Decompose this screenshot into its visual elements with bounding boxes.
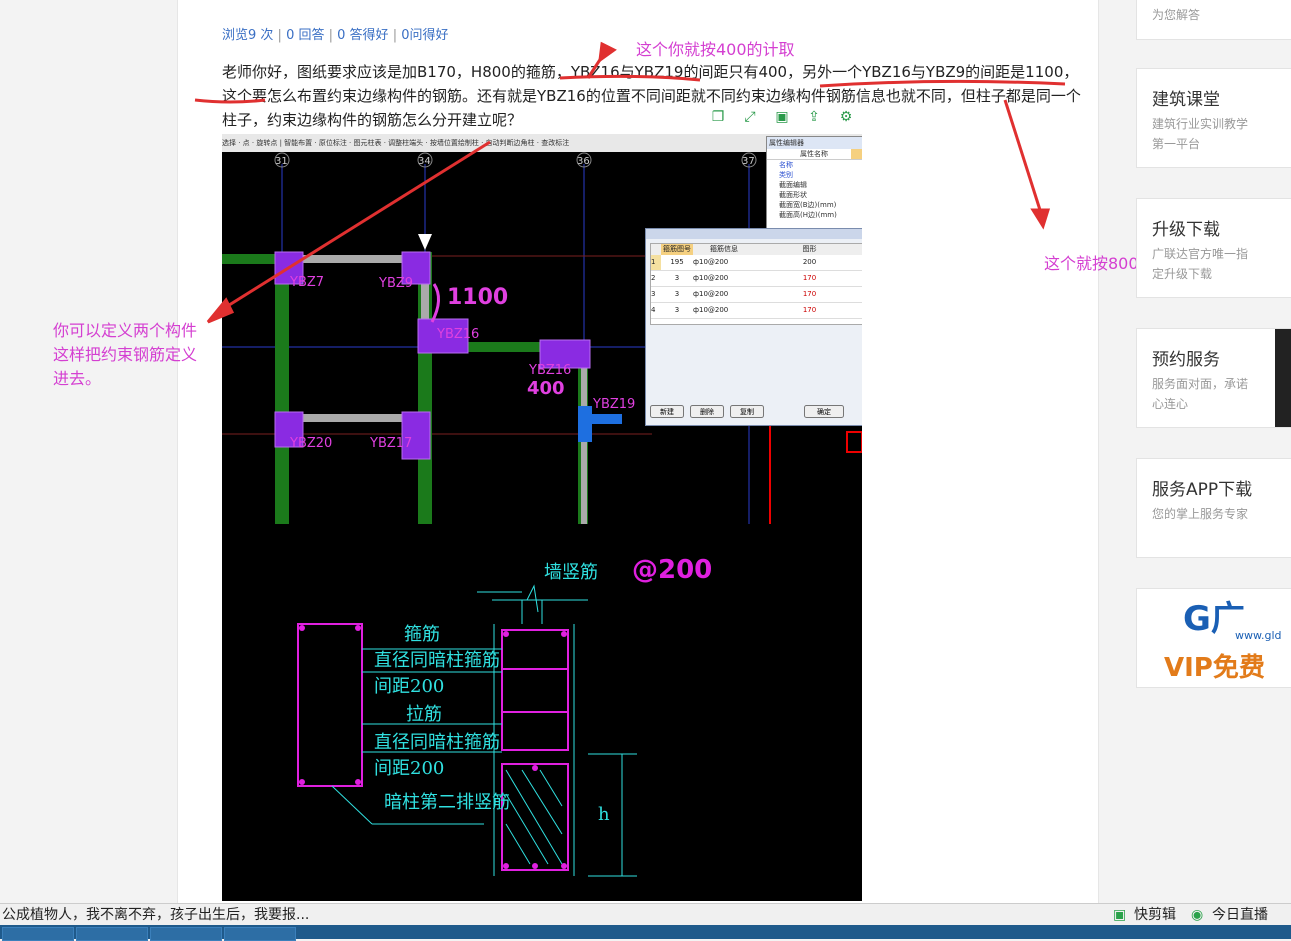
column-label: YBZ16 xyxy=(436,327,479,342)
hand-note: 400 xyxy=(527,378,565,399)
detail-label: h xyxy=(598,804,610,825)
sidebar-card-classroom[interactable]: 建筑课堂 建筑行业实训教学第一平台 xyxy=(1136,68,1291,168)
grid-label: 34 xyxy=(418,156,431,167)
share-icon[interactable]: ⇪ xyxy=(803,109,825,125)
properties-header: 属性名称 xyxy=(800,150,828,158)
sidebar-card-title: 预约服务 xyxy=(1152,350,1220,370)
grid-label: 31 xyxy=(275,156,288,167)
taskbar xyxy=(0,925,1291,941)
prop-row[interactable]: 截面形状 xyxy=(767,190,862,200)
column-label: YBZ19 xyxy=(592,397,635,412)
hand-note: 1100 xyxy=(447,285,508,310)
copy-button[interactable]: 复制 xyxy=(730,405,764,418)
views-count: 浏览9 次 xyxy=(222,28,274,43)
column-label: YBZ16 xyxy=(528,363,571,378)
ad-vip-text: VIP免费 xyxy=(1164,653,1265,683)
detail-drawing: 墙竖筋 箍筋 直径同暗柱箍筋 间距200 拉筋 直径同暗柱箍筋 间距200 暗柱… xyxy=(222,524,862,901)
prop-row[interactable]: 类别 xyxy=(767,170,862,180)
detail-label: 直径同暗柱箍筋 xyxy=(374,650,500,671)
stirrup-dialog: 箍筋图号 箍筋信息 图形 1 195 ф10@200 200 2 3 ф10@200 170… xyxy=(645,228,862,426)
kuaijianji-icon[interactable]: ▣ xyxy=(1113,904,1126,926)
sidebar-card-sub: 服务面对面，承诺心连心 xyxy=(1152,377,1249,411)
properties-panel: 属性编辑器 属性名称 名称 类别 截面编辑 截面形状 截面宽(B边)(mm) 截… xyxy=(766,136,862,234)
sidebar-card-sub: 建筑行业实训教学第一平台 xyxy=(1152,117,1249,151)
annotation-top: 这个你就按400的计取 xyxy=(636,40,795,59)
grid-label: 37 xyxy=(742,156,755,167)
dialog-row[interactable]: 4 3 ф10@200 170 xyxy=(651,303,862,319)
sidebar-card-title: 升级下载 xyxy=(1152,220,1220,240)
detail-label: 暗柱第二排竖筋 xyxy=(384,792,510,813)
ad-url: www.gld xyxy=(1235,629,1282,642)
dialog-row[interactable]: 1 195 ф10@200 200 xyxy=(651,255,862,271)
prop-row[interactable]: 截面宽(B边)(mm) xyxy=(767,200,862,210)
column-label: YBZ20 xyxy=(289,436,332,451)
detail-label: 墙竖筋 xyxy=(544,562,598,583)
column-label: YBZ7 xyxy=(289,275,324,290)
sidebar-card-answer[interactable]: 为您解答 xyxy=(1136,0,1291,40)
column-label: YBZ9 xyxy=(378,276,413,291)
kuaijianji-link[interactable]: 快剪辑 xyxy=(1134,904,1176,926)
column-label: YBZ17 xyxy=(369,436,412,451)
copy-icon[interactable]: ❐ xyxy=(707,109,729,125)
dialog-row[interactable]: 3 3 ф10@200 170 xyxy=(651,287,862,303)
settings-icon[interactable]: ⚙ xyxy=(835,109,857,125)
save-icon[interactable]: ▣ xyxy=(771,109,793,125)
sidebar-card-sub: 为您解答 xyxy=(1152,8,1201,22)
detail-label: 间距200 xyxy=(374,676,444,697)
status-bar: 公成植物人，我不离不弃，孩子出生后，我要报... ▣ 快剪辑 ◉ 今日直播 xyxy=(0,903,1291,926)
sidebar-card-sub: 您的掌上服务专家 xyxy=(1152,507,1249,521)
live-icon[interactable]: ◉ xyxy=(1191,904,1203,926)
question-text: 老师你好，图纸要求应该是加B170，H800的箍筋，YBZ16与YBZ19的间距… xyxy=(222,63,1081,129)
sidebar-card-appointment[interactable]: 预约服务 服务面对面，承诺心连心 xyxy=(1136,328,1291,428)
hand-note: @200 xyxy=(632,555,712,585)
vip-ad-banner[interactable]: G广 www.gld VIP免费 xyxy=(1136,588,1291,688)
dialog-col-header: 箍筋图号 xyxy=(661,244,693,255)
detail-label: 箍筋 xyxy=(404,624,440,645)
ok-button[interactable]: 确定 xyxy=(804,405,844,418)
image-toolbar: ❐ ⤢ ▣ ⇪ ⚙ xyxy=(702,106,862,128)
detail-label: 拉筋 xyxy=(406,704,442,725)
dialog-col-header: 箍筋信息 xyxy=(710,245,738,253)
detail-label: 间距200 xyxy=(374,758,444,779)
prop-row[interactable]: 截面编辑 xyxy=(767,180,862,190)
delete-button[interactable]: 删除 xyxy=(690,405,724,418)
sidebar-card-title: 建筑课堂 xyxy=(1152,90,1220,110)
answers-link[interactable]: 0 回答 xyxy=(286,28,324,43)
sidebar-card-upgrade[interactable]: 升级下载 广联达官方唯一指定升级下载 xyxy=(1136,198,1291,298)
prop-row[interactable]: 截面高(H边)(mm) xyxy=(767,210,862,220)
sidebar-card-title: 服务APP下载 xyxy=(1152,480,1253,500)
person-image xyxy=(1275,329,1291,427)
prop-row[interactable]: 名称 xyxy=(767,160,862,170)
detail-svg: 墙竖筋 箍筋 直径同暗柱箍筋 间距200 拉筋 直径同暗柱箍筋 间距200 暗柱… xyxy=(297,555,712,877)
annotation-left: 你可以定义两个构件 这样把约束钢筋定义 进去。 xyxy=(53,321,198,388)
news-ticker[interactable]: 公成植物人，我不离不弃，孩子出生后，我要报... xyxy=(2,904,309,926)
cad-screenshot: 选择 · 点 · 旋转点 | 智能布置 · 原位标注 · 图元柱表 · 调整柱端… xyxy=(222,134,862,524)
question-stats: 浏览9 次 | 0 回答 | 0 答得好 | 0问得好 xyxy=(222,28,449,43)
good-answers-link[interactable]: 0 答得好 xyxy=(337,28,388,43)
dialog-row[interactable]: 2 3 ф10@200 170 xyxy=(651,271,862,287)
detail-label: 直径同暗柱箍筋 xyxy=(374,732,500,753)
ask-good-link[interactable]: 0问得好 xyxy=(401,28,448,43)
dialog-col-header: 图形 xyxy=(802,245,817,253)
sidebar-card-sub: 广联达官方唯一指定升级下载 xyxy=(1152,247,1249,281)
properties-title: 属性编辑器 xyxy=(767,137,862,149)
new-button[interactable]: 新建 xyxy=(650,405,684,418)
grid-label: 36 xyxy=(577,156,590,167)
expand-icon[interactable]: ⤢ xyxy=(739,109,761,125)
sidebar-card-app[interactable]: 服务APP下载 您的掌上服务专家 xyxy=(1136,458,1291,558)
live-link[interactable]: 今日直播 xyxy=(1212,904,1268,926)
